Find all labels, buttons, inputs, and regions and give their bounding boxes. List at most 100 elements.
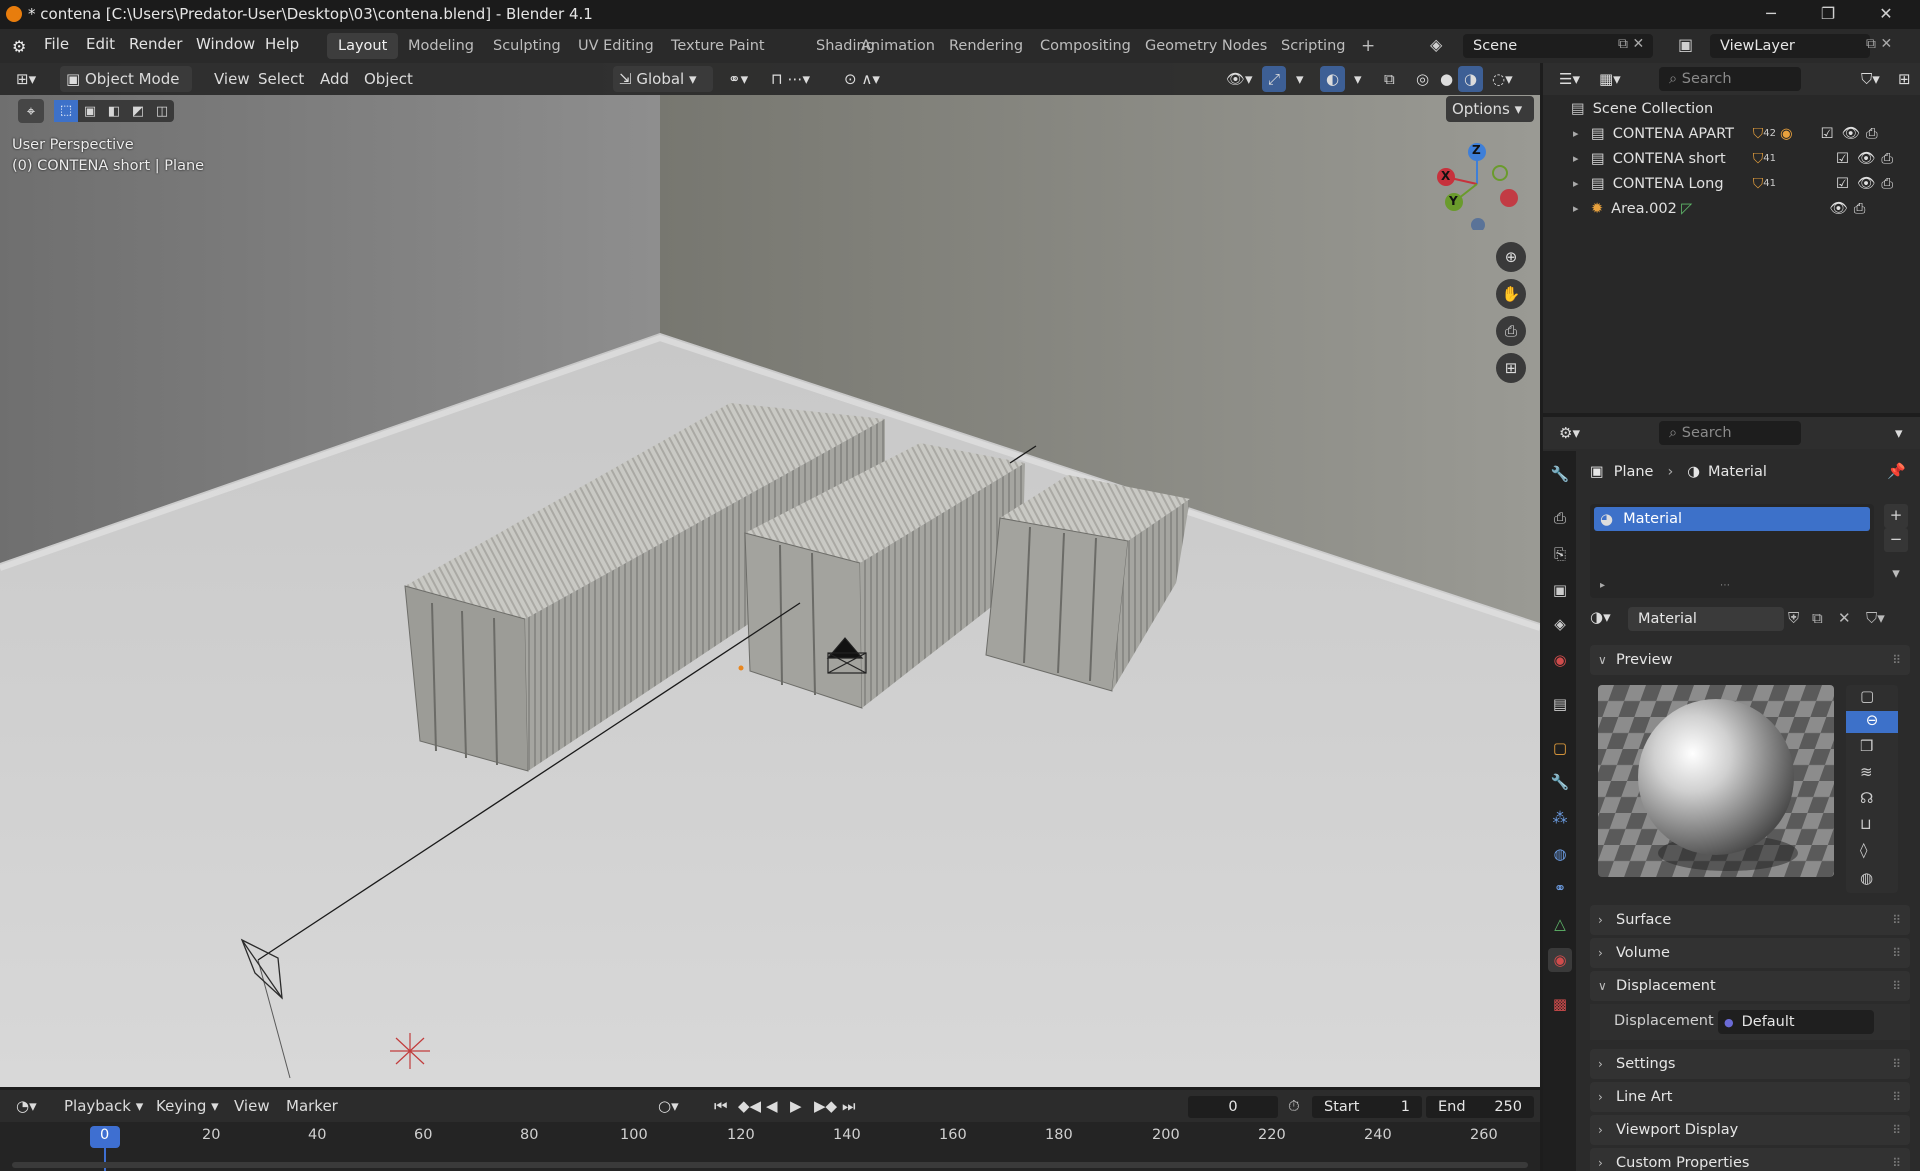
camera-view-icon[interactable]: ⎙ [1496, 316, 1526, 346]
3d-viewport[interactable] [0, 63, 1540, 1087]
exclude-checkbox[interactable]: ☑ [1836, 151, 1849, 167]
preview-cube-icon[interactable]: ❒ [1860, 737, 1873, 755]
menu-select[interactable]: Select [252, 66, 310, 92]
particles-tab-icon[interactable]: ⁂ [1548, 806, 1572, 830]
menu-timeline-view[interactable]: View [228, 1093, 276, 1119]
xray-icon[interactable]: ⧉ [1378, 66, 1401, 92]
snap-icon[interactable]: ⊓ ⋯▾ [765, 66, 816, 92]
new-collection-icon[interactable]: ⊞ [1892, 66, 1917, 92]
remove-slot-button[interactable]: − [1884, 528, 1908, 552]
render-tab-icon[interactable]: ⎙ [1548, 506, 1572, 530]
eye-icon[interactable]: 👁 [1829, 200, 1847, 217]
view-layer-selector[interactable]: ViewLayer [1710, 34, 1870, 58]
chevron-down-icon[interactable]: ▾ [1889, 420, 1909, 446]
eye-icon[interactable]: 👁 [1857, 150, 1875, 167]
render-camera-icon[interactable]: ⎙ [1854, 201, 1866, 217]
wireframe-shading-icon[interactable]: ◎ [1410, 66, 1435, 92]
pin-icon[interactable]: 📌 [1887, 462, 1906, 480]
preview-world-icon[interactable]: ◍ [1860, 869, 1873, 887]
preview-cloth-icon[interactable]: ⊔ [1860, 815, 1872, 833]
outliner-editor-icon[interactable]: ☰▾ [1553, 66, 1586, 92]
transform-orientation-dropdown[interactable]: ⇲ Global ▾ [613, 66, 713, 92]
pivot-icon[interactable]: ⚭▾ [722, 66, 754, 92]
editor-type-icon[interactable]: ⊞▾ [10, 66, 42, 92]
select-new-icon[interactable]: ⬚ [54, 100, 78, 122]
preview-monkey-icon[interactable]: ☊ [1860, 789, 1873, 807]
tab-scripting[interactable]: Scripting [1270, 33, 1356, 59]
data-tab-icon[interactable]: △ [1548, 912, 1572, 936]
panel-displacement[interactable]: ∨ Displacement ⠿ [1590, 971, 1910, 1001]
drag-grip-icon[interactable]: ⠿ [1892, 938, 1902, 968]
menu-keying[interactable]: Keying ▾ [150, 1093, 225, 1119]
world-tab-icon[interactable]: ◉ [1548, 648, 1572, 672]
pan-hand-icon[interactable]: ✋ [1496, 279, 1526, 309]
visibility-icon[interactable]: 👁▾ [1220, 66, 1259, 92]
object-tab-icon[interactable]: ▢ [1548, 736, 1572, 760]
navigation-gizmo[interactable]: Z X Y [1430, 140, 1520, 232]
resize-grip-icon[interactable]: ⋯ [1720, 580, 1730, 591]
material-name-field[interactable]: Material [1628, 607, 1784, 631]
current-frame-field[interactable]: 0 [1188, 1096, 1278, 1118]
unlink-icon[interactable]: ✕ [1838, 609, 1851, 627]
tab-modeling[interactable]: Modeling [397, 33, 485, 59]
expand-arrow-icon[interactable]: ▸ [1573, 127, 1591, 140]
menu-add[interactable]: Add [314, 66, 355, 92]
tab-texture-paint[interactable]: Texture Paint [660, 33, 776, 59]
preview-hair-icon[interactable]: ≋ [1860, 763, 1873, 781]
render-camera-icon[interactable]: ⎙ [1881, 176, 1893, 192]
blender-menu-icon[interactable]: ⚙ [12, 37, 32, 56]
texture-tab-icon[interactable]: ▩ [1548, 992, 1572, 1016]
properties-editor-icon[interactable]: ⚙▾ [1553, 420, 1586, 446]
scene-icon[interactable]: ◈ [1430, 35, 1442, 54]
minimize-button[interactable]: ─ [1759, 3, 1783, 25]
exclude-checkbox[interactable]: ☑ [1836, 176, 1849, 192]
menu-object[interactable]: Object [358, 66, 419, 92]
rendered-shading-icon[interactable]: ◌▾ [1486, 66, 1519, 92]
material-tab-icon[interactable]: ◉ [1548, 948, 1572, 972]
modifier-tab-icon[interactable]: 🔧 [1548, 770, 1572, 794]
select-tool-button[interactable]: ⌖ [18, 99, 44, 123]
preview-fluid-icon[interactable]: ◊ [1860, 841, 1867, 859]
expand-arrow-icon[interactable]: ▸ [1600, 580, 1605, 591]
menu-edit[interactable]: Edit [86, 35, 115, 53]
panel-volume[interactable]: › Volume ⠿ [1590, 938, 1910, 968]
play-reverse-icon[interactable]: ◀ [760, 1093, 784, 1119]
exclude-checkbox[interactable]: ☑ [1821, 126, 1834, 142]
material-browse-icon[interactable]: ◑▾ [1590, 608, 1611, 626]
menu-help[interactable]: Help [265, 35, 299, 53]
slot-specials-button[interactable]: ▾ [1884, 562, 1908, 586]
outliner-search[interactable]: ⌕ Search [1659, 67, 1801, 91]
menu-view[interactable]: View [208, 66, 256, 92]
panel-preview[interactable]: ∨ Preview ⠿ [1590, 645, 1910, 675]
scene-new-icon[interactable]: ⧉ ✕ [1618, 36, 1644, 52]
add-slot-button[interactable]: + [1884, 504, 1908, 528]
drag-grip-icon[interactable]: ⠿ [1892, 1115, 1902, 1145]
panel-viewport-display[interactable]: › Viewport Display ⠿ [1590, 1115, 1910, 1145]
tab-animation[interactable]: Animation [850, 33, 946, 59]
solid-shading-icon[interactable]: ● [1434, 66, 1459, 92]
expand-arrow-icon[interactable]: ▸ [1573, 177, 1591, 190]
expand-arrow-icon[interactable]: ▸ [1573, 152, 1591, 165]
material-slot-item[interactable]: ◕ Material [1594, 507, 1870, 531]
fake-user-icon[interactable]: ⛨ [1788, 609, 1799, 627]
start-frame-field[interactable]: Start 1 [1312, 1096, 1422, 1118]
select-intersect-icon[interactable]: ◫ [150, 104, 174, 119]
drag-grip-icon[interactable]: ⠿ [1892, 905, 1902, 935]
timeline-scrollbar[interactable] [12, 1162, 1528, 1168]
filter-icon[interactable]: ⛉▾ [1855, 66, 1886, 92]
menu-window[interactable]: Window [196, 35, 255, 53]
zoom-icon[interactable]: ⊕ [1496, 242, 1526, 272]
select-extend-icon[interactable]: ▣ [78, 104, 102, 119]
collection-tab-icon[interactable]: ▤ [1548, 692, 1572, 716]
properties-search[interactable]: ⌕ Search [1659, 421, 1801, 445]
eye-icon[interactable]: 👁 [1857, 175, 1875, 192]
overlay-dropdown-icon[interactable]: ▾ [1348, 66, 1368, 92]
output-tab-icon[interactable]: ⎘ [1548, 542, 1572, 566]
select-invert-icon[interactable]: ◩ [126, 104, 150, 119]
scene-tab-icon[interactable]: ◈ [1548, 612, 1572, 636]
auto-keying-icon[interactable]: ○▾ [652, 1093, 685, 1119]
tab-geometry-nodes[interactable]: Geometry Nodes [1134, 33, 1278, 59]
node-tree-icon[interactable]: ⛉▾ [1866, 609, 1885, 627]
overlay-toggle-icon[interactable]: ◐ [1320, 66, 1346, 92]
close-button[interactable]: ✕ [1874, 3, 1898, 25]
